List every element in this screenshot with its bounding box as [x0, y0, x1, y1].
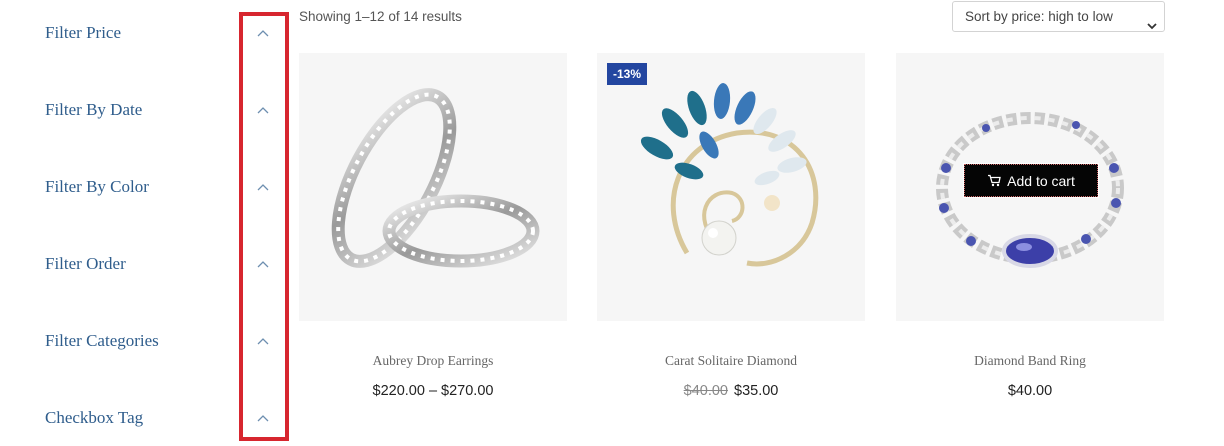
chevron-down-icon	[1146, 12, 1158, 41]
filter-by-date[interactable]: Filter By Date	[0, 90, 290, 130]
product-image[interactable]: Add to cart	[896, 53, 1164, 321]
result-count: Showing 1–12 of 14 results	[299, 9, 462, 24]
product-price: $40.00 $35.00	[597, 383, 865, 399]
add-to-cart-button[interactable]: Add to cart	[963, 163, 1099, 198]
old-price: $40.00	[683, 383, 728, 399]
chevron-up-icon[interactable]	[255, 334, 271, 348]
chevron-up-icon[interactable]	[255, 257, 271, 271]
filter-order-label[interactable]: Filter Order	[45, 244, 126, 284]
price: $220.00 – $270.00	[372, 383, 494, 399]
rings-image	[331, 88, 540, 268]
filter-checkbox-tag[interactable]: Checkbox Tag	[0, 398, 290, 438]
filter-categories[interactable]: Filter Categories	[0, 321, 290, 361]
sort-select-value: Sort by price: high to low	[965, 9, 1113, 24]
product-card[interactable]: Aubrey Drop Earrings $220.00 – $270.00	[299, 53, 567, 399]
product-price: $220.00 – $270.00	[299, 383, 567, 399]
chevron-up-icon[interactable]	[255, 26, 271, 40]
product-image[interactable]: -13%	[597, 53, 865, 321]
filter-by-color-label[interactable]: Filter By Color	[45, 167, 149, 207]
filter-checkbox-tag-label[interactable]: Checkbox Tag	[45, 398, 143, 438]
chevron-up-icon[interactable]	[255, 411, 271, 425]
filter-price[interactable]: Filter Price	[0, 13, 290, 53]
sale-badge: -13%	[607, 63, 648, 85]
product-name[interactable]: Aubrey Drop Earrings	[299, 353, 567, 369]
filter-by-date-label[interactable]: Filter By Date	[45, 90, 142, 130]
cart-icon	[987, 174, 1001, 187]
product-price: $40.00	[896, 383, 1164, 399]
price: $40.00	[1007, 383, 1053, 399]
product-card[interactable]: -13% Carat Solitaire Diamond $40.00 $35.0…	[597, 53, 865, 399]
product-name[interactable]: Carat Solitaire Diamond	[597, 353, 865, 369]
filter-order[interactable]: Filter Order	[0, 244, 290, 284]
product-name[interactable]: Diamond Band Ring	[896, 353, 1164, 369]
product-image[interactable]	[299, 53, 567, 321]
brooch-image	[640, 83, 819, 267]
highlight-box	[239, 12, 289, 441]
filter-categories-label[interactable]: Filter Categories	[45, 321, 159, 361]
sort-select[interactable]: Sort by price: high to low	[952, 1, 1165, 32]
add-to-cart-label: Add to cart	[1007, 172, 1075, 189]
product-card[interactable]: Add to cart Diamond Band Ring $40.00	[896, 53, 1164, 399]
filter-by-color[interactable]: Filter By Color	[0, 167, 290, 207]
sale-price: $35.00	[734, 383, 779, 399]
filter-price-label[interactable]: Filter Price	[45, 13, 121, 53]
chevron-up-icon[interactable]	[255, 103, 271, 117]
chevron-up-icon[interactable]	[255, 180, 271, 194]
